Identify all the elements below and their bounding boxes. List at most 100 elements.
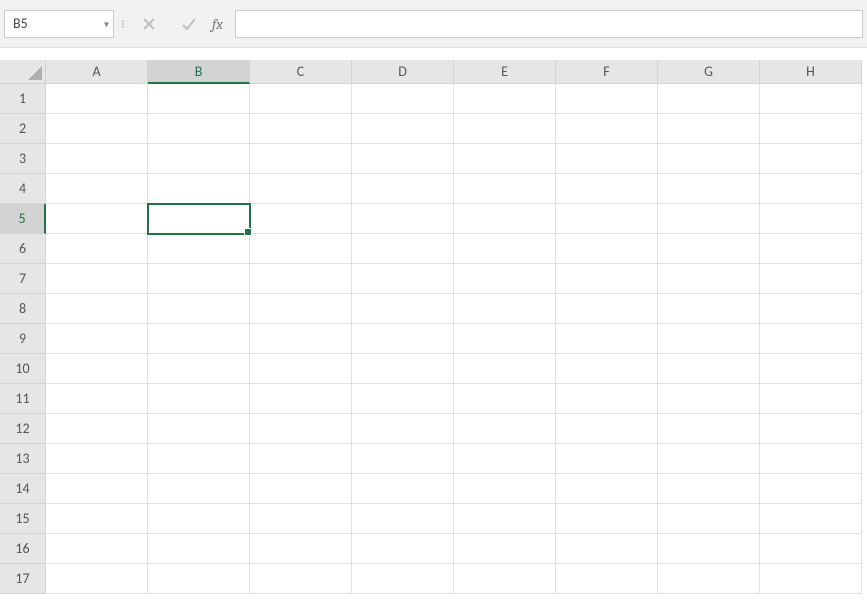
row-header[interactable]: 2 xyxy=(0,114,46,144)
cell[interactable] xyxy=(658,564,760,594)
cell[interactable] xyxy=(148,414,250,444)
cell[interactable] xyxy=(658,204,760,234)
cell[interactable] xyxy=(148,474,250,504)
cell[interactable] xyxy=(760,204,862,234)
cell[interactable] xyxy=(148,534,250,564)
cell[interactable] xyxy=(760,324,862,354)
cell[interactable] xyxy=(658,114,760,144)
cell[interactable] xyxy=(454,204,556,234)
cell[interactable] xyxy=(46,144,148,174)
cell[interactable] xyxy=(658,384,760,414)
cell[interactable] xyxy=(454,444,556,474)
cell[interactable] xyxy=(760,294,862,324)
cell[interactable] xyxy=(454,294,556,324)
cell[interactable] xyxy=(556,354,658,384)
cell[interactable] xyxy=(250,204,352,234)
cell[interactable] xyxy=(148,84,250,114)
cell[interactable] xyxy=(454,324,556,354)
cell[interactable] xyxy=(760,474,862,504)
cell[interactable] xyxy=(658,534,760,564)
cell[interactable] xyxy=(46,84,148,114)
cell[interactable] xyxy=(556,504,658,534)
cell[interactable] xyxy=(148,264,250,294)
cell[interactable] xyxy=(46,324,148,354)
cell[interactable] xyxy=(46,384,148,414)
cell[interactable] xyxy=(148,144,250,174)
cell[interactable] xyxy=(250,144,352,174)
cell[interactable] xyxy=(556,444,658,474)
cell[interactable] xyxy=(148,564,250,594)
cell[interactable] xyxy=(454,504,556,534)
row-header[interactable]: 14 xyxy=(0,474,46,504)
cell[interactable] xyxy=(658,354,760,384)
column-header[interactable]: C xyxy=(250,60,352,84)
cell[interactable] xyxy=(352,564,454,594)
cell[interactable] xyxy=(760,564,862,594)
cell[interactable] xyxy=(352,234,454,264)
column-header[interactable]: D xyxy=(352,60,454,84)
cell[interactable] xyxy=(148,384,250,414)
cell[interactable] xyxy=(454,354,556,384)
cell[interactable] xyxy=(352,384,454,414)
cell[interactable] xyxy=(250,174,352,204)
cell[interactable] xyxy=(556,534,658,564)
cell[interactable] xyxy=(148,324,250,354)
row-header[interactable]: 16 xyxy=(0,534,46,564)
cell[interactable] xyxy=(658,264,760,294)
cell[interactable] xyxy=(352,534,454,564)
cell[interactable] xyxy=(658,84,760,114)
cell[interactable] xyxy=(658,234,760,264)
cell[interactable] xyxy=(352,504,454,534)
cell[interactable] xyxy=(658,414,760,444)
cell[interactable] xyxy=(352,354,454,384)
cell[interactable] xyxy=(148,174,250,204)
cell[interactable] xyxy=(556,234,658,264)
row-header[interactable]: 1 xyxy=(0,84,46,114)
chevron-down-icon[interactable]: ▾ xyxy=(104,17,109,30)
cell[interactable] xyxy=(556,324,658,354)
cell[interactable] xyxy=(250,294,352,324)
cell[interactable] xyxy=(556,414,658,444)
cell[interactable] xyxy=(556,114,658,144)
cell[interactable] xyxy=(148,294,250,324)
column-header[interactable]: G xyxy=(658,60,760,84)
row-header[interactable]: 4 xyxy=(0,174,46,204)
row-header[interactable]: 9 xyxy=(0,324,46,354)
cell[interactable] xyxy=(46,354,148,384)
cell[interactable] xyxy=(556,384,658,414)
name-box[interactable]: B5 ▾ xyxy=(4,10,114,38)
column-header[interactable]: E xyxy=(454,60,556,84)
cell[interactable] xyxy=(46,174,148,204)
cell[interactable] xyxy=(46,474,148,504)
cell[interactable] xyxy=(46,294,148,324)
cell[interactable] xyxy=(658,144,760,174)
cell[interactable] xyxy=(250,114,352,144)
cell[interactable] xyxy=(352,174,454,204)
cell[interactable] xyxy=(352,444,454,474)
cell[interactable] xyxy=(556,264,658,294)
cell[interactable] xyxy=(250,264,352,294)
row-header[interactable]: 15 xyxy=(0,504,46,534)
cell[interactable] xyxy=(760,444,862,474)
cell[interactable] xyxy=(658,324,760,354)
cell[interactable] xyxy=(148,114,250,144)
cell[interactable] xyxy=(658,474,760,504)
cell[interactable] xyxy=(46,414,148,444)
cell[interactable] xyxy=(352,294,454,324)
cell[interactable] xyxy=(352,264,454,294)
row-header[interactable]: 8 xyxy=(0,294,46,324)
row-header[interactable]: 10 xyxy=(0,354,46,384)
cell[interactable] xyxy=(148,444,250,474)
cell[interactable] xyxy=(46,504,148,534)
cell[interactable] xyxy=(352,474,454,504)
cell[interactable] xyxy=(760,384,862,414)
cell[interactable] xyxy=(352,324,454,354)
cell[interactable] xyxy=(556,474,658,504)
row-header[interactable]: 7 xyxy=(0,264,46,294)
cell[interactable] xyxy=(454,474,556,504)
cell[interactable] xyxy=(46,114,148,144)
cell[interactable] xyxy=(148,234,250,264)
cell[interactable] xyxy=(454,114,556,144)
cell[interactable] xyxy=(454,564,556,594)
cell[interactable] xyxy=(556,144,658,174)
